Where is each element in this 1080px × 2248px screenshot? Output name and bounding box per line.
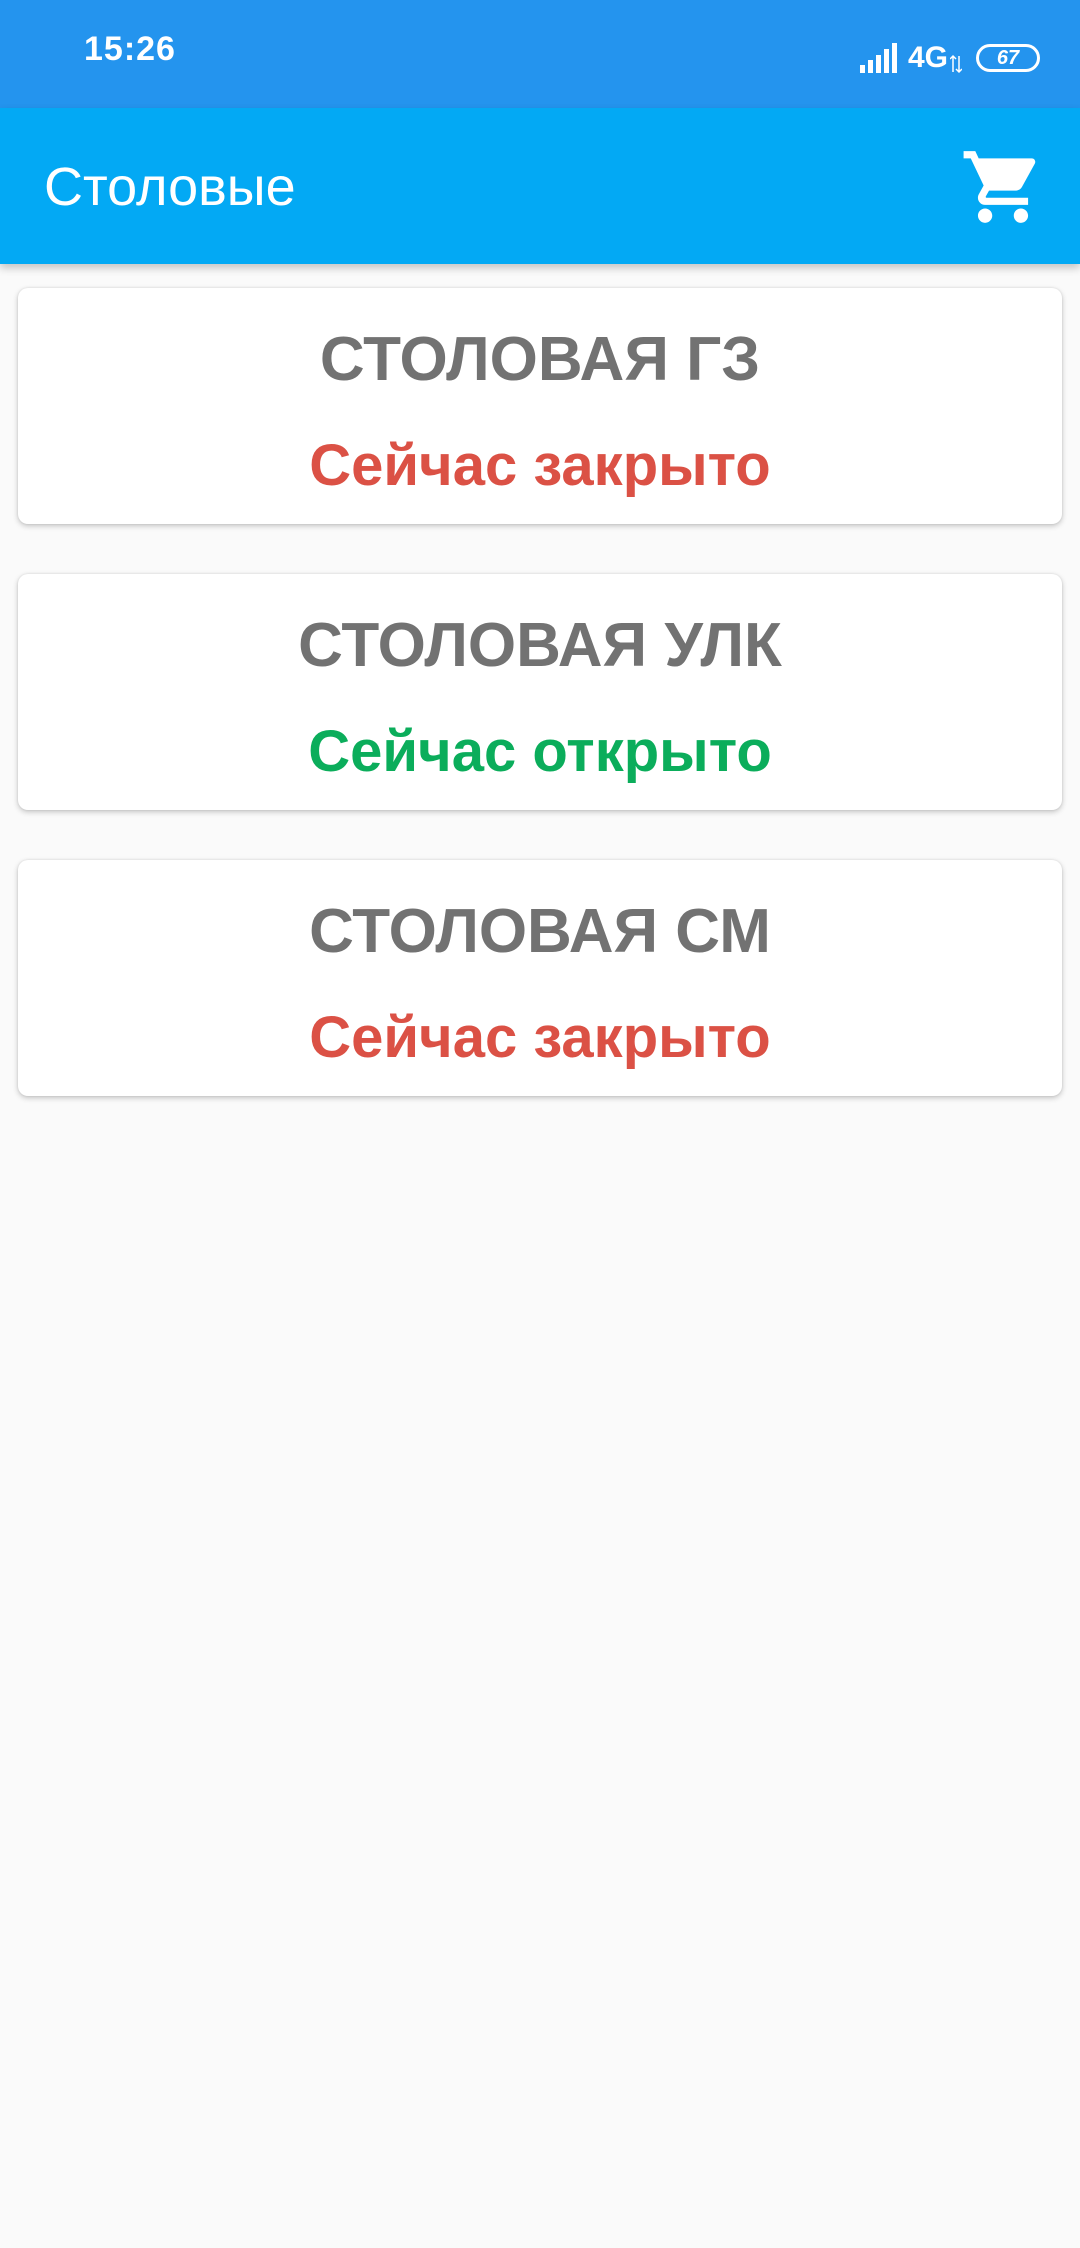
canteen-status: Сейчас закрыто [309,1005,771,1070]
canteen-status: Сейчас закрыто [309,433,771,498]
canteen-name: СТОЛОВАЯ СМ [309,897,771,966]
cart-button[interactable] [960,144,1046,230]
status-bar: 15:26 4G 67 [0,0,1080,108]
canteen-name: СТОЛОВАЯ УЛК [298,611,782,680]
status-time: 15:26 [84,30,176,68]
canteen-card-sm[interactable]: СТОЛОВАЯ СМ Сейчас закрыто [18,860,1062,1096]
status-indicators: 4G 67 [859,40,1040,76]
canteen-card-ulk[interactable]: СТОЛОВАЯ УЛК Сейчас открыто [18,574,1062,810]
signal-icon [859,43,897,73]
network-arrows-icon [950,54,962,74]
battery-icon: 67 [976,44,1040,72]
app-bar: Столовые [0,108,1080,264]
screen: 15:26 4G 67 Столовые СТОЛОВАЯ ГЗ Сейчас … [0,0,1080,2248]
battery-level: 67 [996,47,1020,69]
canteen-name: СТОЛОВАЯ ГЗ [319,325,761,394]
cart-icon [963,151,1036,223]
canteen-card-gz[interactable]: СТОЛОВАЯ ГЗ Сейчас закрыто [18,288,1062,524]
canteen-status: Сейчас открыто [308,719,772,784]
page-title: Столовые [44,157,296,217]
network-type-label: 4G [907,41,948,74]
